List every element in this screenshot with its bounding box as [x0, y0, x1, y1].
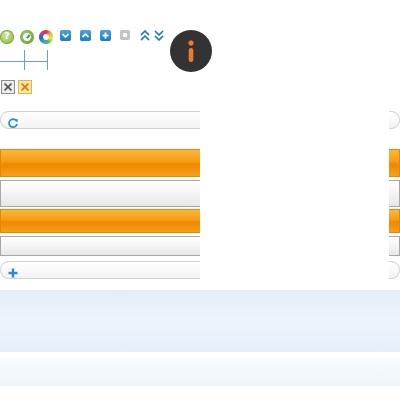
close-hover-icon[interactable] [18, 80, 32, 94]
gradient-band [0, 290, 400, 352]
close-icon[interactable] [1, 80, 15, 94]
plus-icon[interactable] [7, 264, 19, 278]
arrow-up-square-icon[interactable] [80, 30, 91, 41]
refresh-icon[interactable] [7, 114, 19, 128]
ruler-tick [47, 50, 48, 70]
info-icon[interactable] [170, 30, 212, 72]
gradient-band [0, 358, 400, 386]
double-chevron-up-icon[interactable] [139, 28, 151, 42]
gray-square-icon[interactable] [120, 30, 130, 40]
sprite-gap [200, 104, 389, 282]
clock-icon[interactable] [20, 30, 34, 44]
arrow-down-square-icon[interactable] [60, 30, 71, 41]
sprite-canvas: ? [0, 0, 400, 400]
double-chevron-down-icon[interactable] [153, 28, 165, 42]
help-icon[interactable]: ? [0, 30, 14, 44]
color-wheel-icon[interactable] [39, 30, 53, 44]
plus-square-icon[interactable] [100, 30, 111, 41]
ruler-tick [24, 50, 25, 70]
